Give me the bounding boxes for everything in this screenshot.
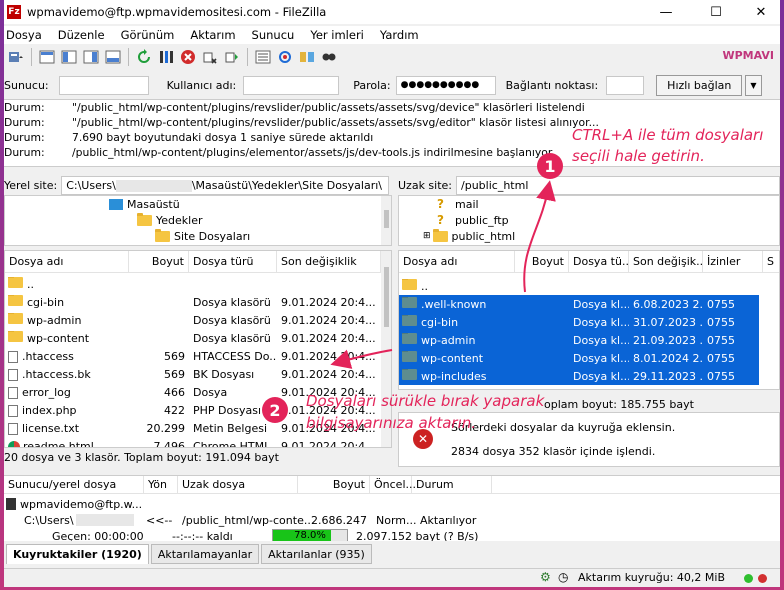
callout-1-line-2: seçili hale getirin. — [572, 147, 705, 165]
arrow-2 — [330, 349, 393, 369]
callout-2-line-1: Dosyaları sürükle bırak yaparak — [306, 392, 545, 410]
callout-2-line-2: bilgisayarınıza aktarın. — [306, 414, 477, 432]
callout-2-badge: 2 — [262, 397, 288, 423]
callout-1-line-1: CTRL+A ile tüm dosyaları — [572, 126, 764, 144]
callout-1-badge: 1 — [537, 153, 563, 179]
annotation-arrows — [330, 180, 556, 369]
arrow-1 — [523, 180, 556, 293]
